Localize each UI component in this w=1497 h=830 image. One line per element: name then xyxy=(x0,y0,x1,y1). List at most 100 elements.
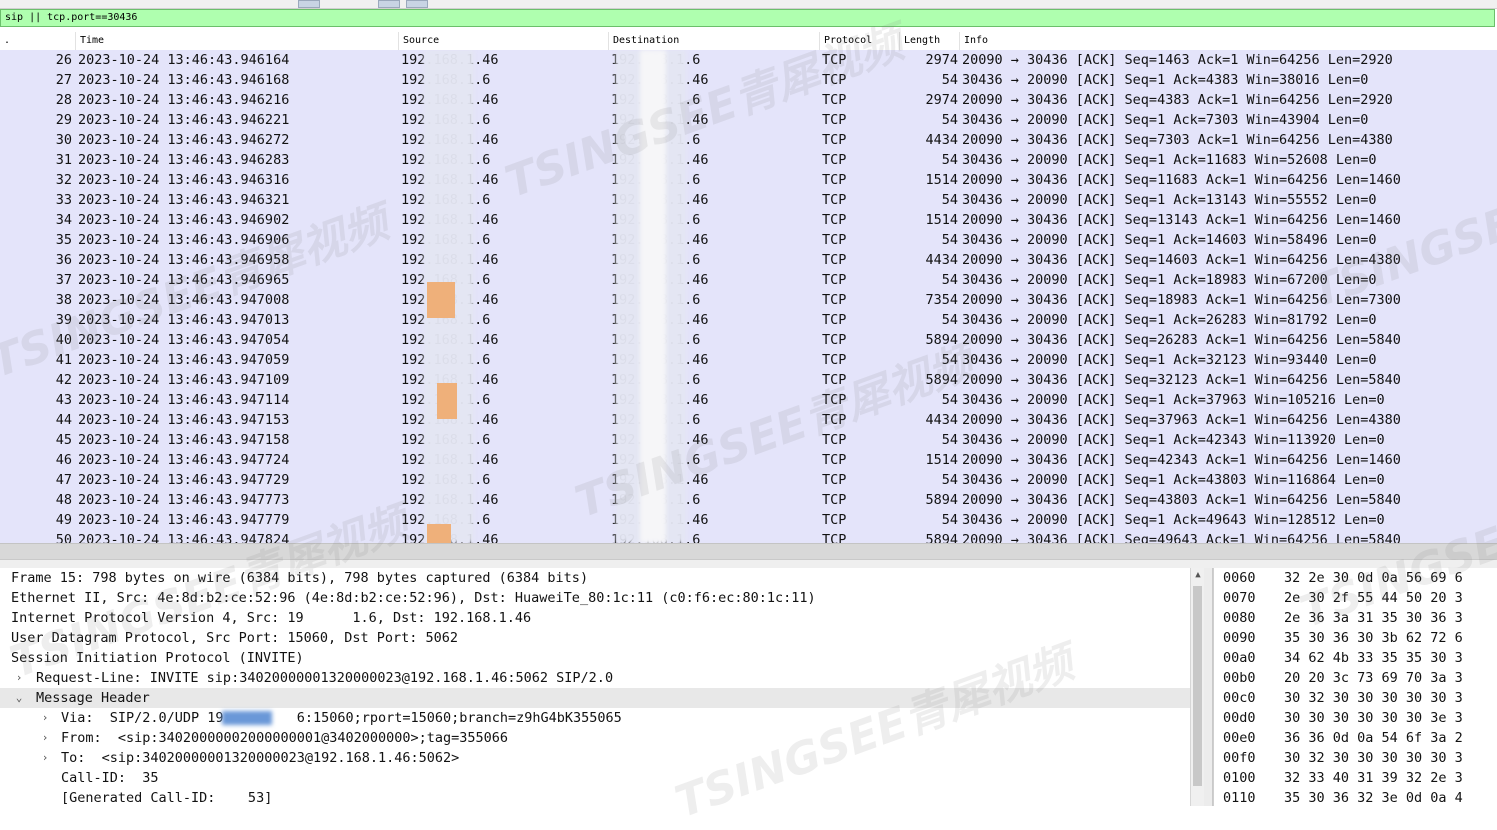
packet-row[interactable]: 36 2023-10-24 13:46:43.946958 192.168.1.46… xyxy=(0,250,1497,270)
column-info[interactable]: Info xyxy=(959,32,1497,50)
detail-request-line[interactable]: Request-Line: INVITE sip:340200000013200… xyxy=(36,668,613,688)
packet-protocol: TCP xyxy=(822,52,847,68)
hex-bytes[interactable]: 2e 30 2f 55 44 50 20 3 xyxy=(1284,588,1463,608)
packet-row[interactable]: 29 2023-10-24 13:46:43.946221 192.168.1.6 1… xyxy=(0,110,1497,130)
packet-protocol: TCP xyxy=(822,532,847,543)
detail-frame[interactable]: Frame 15: 798 bytes on wire (6384 bits),… xyxy=(11,568,588,588)
packet-protocol: TCP xyxy=(822,332,847,348)
packet-row[interactable]: 43 2023-10-24 13:46:43.947114 192.168.1.6 1… xyxy=(0,390,1497,410)
packet-info: 30436 → 20090 [ACK] Seq=1 Ack=42343 Win=… xyxy=(962,432,1385,448)
toolbar-button[interactable] xyxy=(298,0,320,8)
detail-from[interactable]: From: <sip:34020000002000000001@34020000… xyxy=(61,728,508,748)
expand-chevron-icon[interactable]: › xyxy=(14,668,24,688)
packet-row[interactable]: 32 2023-10-24 13:46:43.946316 192.168.1.46… xyxy=(0,170,1497,190)
packet-row[interactable]: 44 2023-10-24 13:46:43.947153 192.168.1.46… xyxy=(0,410,1497,430)
collapse-chevron-icon[interactable]: ⌄ xyxy=(14,688,24,708)
packet-source: 192.168.1.46 xyxy=(401,252,499,268)
packet-no: 50 xyxy=(55,532,72,543)
packet-time: 2023-10-24 13:46:43.947059 xyxy=(78,352,290,368)
detail-sip[interactable]: Session Initiation Protocol (INVITE) xyxy=(11,648,304,668)
packet-row[interactable]: 40 2023-10-24 13:46:43.947054 192.168.1.46… xyxy=(0,330,1497,350)
packet-row[interactable]: 50 2023-10-24 13:46:43.947824 192.168.1.46… xyxy=(0,530,1497,543)
hex-bytes[interactable]: 30 30 30 30 30 30 3e 3 xyxy=(1284,708,1463,728)
hex-bytes[interactable]: 32 33 40 31 39 32 2e 3 xyxy=(1284,768,1463,788)
hex-offset: 00d0 xyxy=(1223,710,1256,726)
detail-udp[interactable]: User Datagram Protocol, Src Port: 15060,… xyxy=(11,628,458,648)
hex-offset: 0070 xyxy=(1223,590,1256,606)
packet-row[interactable]: 48 2023-10-24 13:46:43.947773 192.168.1.46… xyxy=(0,490,1497,510)
column-source[interactable]: Source xyxy=(398,32,608,50)
hex-bytes[interactable]: 20 20 3c 73 69 70 3a 3 xyxy=(1284,668,1463,688)
packet-row[interactable]: 38 2023-10-24 13:46:43.947008 192.168.1.46… xyxy=(0,290,1497,310)
details-vscrollbar[interactable]: ▲ xyxy=(1190,568,1205,806)
packet-length: 54 xyxy=(941,472,958,488)
packet-row[interactable]: 33 2023-10-24 13:46:43.946321 192.168.1.6 1… xyxy=(0,190,1497,210)
packet-source: 192.168.1.46 xyxy=(401,452,499,468)
hex-bytes[interactable]: 35 30 36 32 3e 0d 0a 4 xyxy=(1284,788,1463,806)
hex-bytes[interactable]: 35 30 36 30 3b 62 72 6 xyxy=(1284,628,1463,648)
packet-time: 2023-10-24 13:46:43.946221 xyxy=(78,112,290,128)
packet-time: 2023-10-24 13:46:43.946272 xyxy=(78,132,290,148)
expand-chevron-icon[interactable]: › xyxy=(40,708,50,728)
packet-no: 31 xyxy=(55,152,72,168)
display-filter-input[interactable]: sip || tcp.port==30436 xyxy=(5,10,137,26)
packet-destination: 192.168.1.6 xyxy=(611,212,701,228)
detail-message-header-row[interactable] xyxy=(0,688,1190,708)
packet-row[interactable]: 27 2023-10-24 13:46:43.946168 192.168.1.6 1… xyxy=(0,70,1497,90)
hex-bytes[interactable]: 30 32 30 30 30 30 30 3 xyxy=(1284,748,1463,768)
hex-offset: 0110 xyxy=(1223,790,1256,806)
detail-ethernet[interactable]: Ethernet II, Src: 4e:8d:b2:ce:52:96 (4e:… xyxy=(11,588,816,608)
packet-time: 2023-10-24 13:46:43.947109 xyxy=(78,372,290,388)
column-no[interactable]: . xyxy=(0,32,75,50)
column-destination[interactable]: Destination xyxy=(608,32,819,50)
column-length[interactable]: Length xyxy=(899,32,959,50)
packet-list-hscrollbar[interactable] xyxy=(0,543,1497,560)
expand-chevron-icon[interactable]: › xyxy=(40,728,50,748)
packet-destination: 192.168.1.46 xyxy=(611,112,709,128)
toolbar-button[interactable] xyxy=(406,0,428,8)
packet-row[interactable]: 49 2023-10-24 13:46:43.947779 192.168.1.6 1… xyxy=(0,510,1497,530)
packet-row[interactable]: 30 2023-10-24 13:46:43.946272 192.168.1.46… xyxy=(0,130,1497,150)
packet-row[interactable]: 45 2023-10-24 13:46:43.947158 192.168.1.6 1… xyxy=(0,430,1497,450)
packet-row[interactable]: 28 2023-10-24 13:46:43.946216 192.168.1.46… xyxy=(0,90,1497,110)
column-protocol[interactable]: Protocol xyxy=(819,32,899,50)
packet-list[interactable]: 26 2023-10-24 13:46:43.946164 192.168.1.46… xyxy=(0,50,1497,543)
packet-row[interactable]: 31 2023-10-24 13:46:43.946283 192.168.1.6 1… xyxy=(0,150,1497,170)
expand-chevron-icon[interactable]: › xyxy=(40,748,50,768)
packet-row[interactable]: 42 2023-10-24 13:46:43.947109 192.168.1.46… xyxy=(0,370,1497,390)
packet-row[interactable]: 41 2023-10-24 13:46:43.947059 192.168.1.6 1… xyxy=(0,350,1497,370)
display-filter-bar[interactable]: sip || tcp.port==30436 xyxy=(0,9,1495,27)
packet-row[interactable]: 39 2023-10-24 13:46:43.947013 192.168.1.6 1… xyxy=(0,310,1497,330)
pane-divider[interactable] xyxy=(1204,568,1213,806)
packet-row[interactable]: 34 2023-10-24 13:46:43.946902 192.168.1.46… xyxy=(0,210,1497,230)
detail-message-header[interactable]: Message Header xyxy=(36,688,150,708)
detail-via[interactable]: Via: SIP/2.0/UDP 19 6:15060;rport=15060;… xyxy=(61,708,622,728)
packet-row[interactable]: 46 2023-10-24 13:46:43.947724 192.168.1.46… xyxy=(0,450,1497,470)
packet-info: 30436 → 20090 [ACK] Seq=1 Ack=14603 Win=… xyxy=(962,232,1377,248)
bytes-pane[interactable]: 0060 32 2e 30 0d 0a 56 69 6 0070 2e 30 2f … xyxy=(1213,568,1497,806)
hex-bytes[interactable]: 32 2e 30 0d 0a 56 69 6 xyxy=(1284,568,1463,588)
packet-row[interactable]: 35 2023-10-24 13:46:43.946906 192.168.1.6 1… xyxy=(0,230,1497,250)
toolbar-button[interactable] xyxy=(378,0,400,8)
packet-source: 192.168.1.46 xyxy=(401,172,499,188)
detail-call-id[interactable]: Call-ID: 35 xyxy=(61,768,159,788)
packet-row[interactable]: 47 2023-10-24 13:46:43.947729 192.168.1.6 1… xyxy=(0,470,1497,490)
detail-ip[interactable]: Internet Protocol Version 4, Src: 19 1.6… xyxy=(11,608,531,628)
packet-details-pane[interactable]: Frame 15: 798 bytes on wire (6384 bits),… xyxy=(0,568,1190,806)
packet-time: 2023-10-24 13:46:43.946321 xyxy=(78,192,290,208)
packet-destination: 192.168.1.6 xyxy=(611,52,701,68)
scroll-up-arrow-icon[interactable]: ▲ xyxy=(1193,570,1203,580)
hex-bytes[interactable]: 30 32 30 30 30 30 30 3 xyxy=(1284,688,1463,708)
detail-to[interactable]: To: <sip:34020000001320000023@192.168.1.… xyxy=(61,748,459,768)
hex-bytes[interactable]: 34 62 4b 33 35 35 30 3 xyxy=(1284,648,1463,668)
packet-row[interactable]: 26 2023-10-24 13:46:43.946164 192.168.1.46… xyxy=(0,50,1497,70)
packet-time: 2023-10-24 13:46:43.946168 xyxy=(78,72,290,88)
hex-bytes[interactable]: 2e 36 3a 31 35 30 36 3 xyxy=(1284,608,1463,628)
hex-bytes[interactable]: 36 36 0d 0a 54 6f 3a 2 xyxy=(1284,728,1463,748)
detail-generated-call-id[interactable]: [Generated Call-ID: 53] xyxy=(61,788,272,806)
packet-row[interactable]: 37 2023-10-24 13:46:43.946965 192.168.1.6 1… xyxy=(0,270,1497,290)
scrollbar-thumb[interactable] xyxy=(1193,586,1202,786)
packet-protocol: TCP xyxy=(822,212,847,228)
column-time[interactable]: Time xyxy=(75,32,398,50)
packet-time: 2023-10-24 13:46:43.947008 xyxy=(78,292,290,308)
